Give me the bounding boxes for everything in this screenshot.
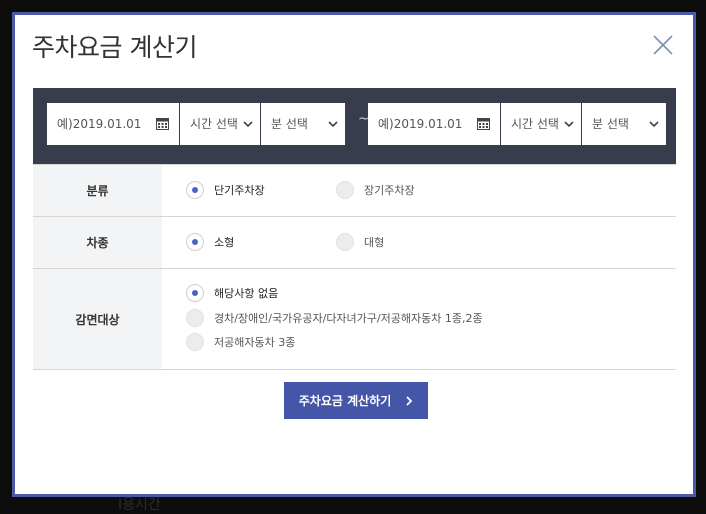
calendar-icon[interactable] [477,117,490,130]
radio-label: 저공해자동차 3종 [214,336,296,349]
radio-icon [186,181,204,199]
radio-icon [186,284,204,302]
start-hour-label: 시간 선택 [190,117,238,131]
start-minute-label: 분 선택 [271,117,308,131]
start-hour-select[interactable]: 시간 선택 [180,103,260,145]
end-date-placeholder: 예)2019.01.01 [378,117,463,131]
category-row: 분류 단기주차장 장기주차장 [33,165,676,217]
discount-row: 감면대상 해당사항 없음 경차/장애인/국가유공자/다자녀가구/저공해자동차 1… [33,269,676,370]
end-hour-label: 시간 선택 [511,117,559,131]
datetime-range-bar: 예)2019.01.01 시간 선택 분 선택 ~ 예)2019.01.01 시… [33,88,676,164]
calculate-fee-label: 주차요금 계산하기 [298,394,392,408]
chevron-down-icon [649,121,659,128]
radio-label: 대형 [364,236,385,249]
radio-label: 경차/장애인/국가유공자/다자녀가구/저공해자동차 1종,2종 [214,312,483,325]
chevron-down-icon [564,121,574,128]
chevron-right-icon [406,395,413,406]
radio-label: 장기주차장 [364,184,415,197]
radio-label: 소형 [214,236,235,249]
parking-fee-calculator-modal: 주차요금 계산기 예)2019.01.01 시간 선택 분 선택 ~ 예)201… [12,12,696,497]
chevron-down-icon [328,121,338,128]
modal-title: 주차요금 계산기 [32,33,197,62]
calendar-icon[interactable] [156,117,169,130]
radio-icon [186,233,204,251]
calculate-fee-button[interactable]: 주차요금 계산하기 [284,382,428,419]
end-minute-label: 분 선택 [592,117,629,131]
close-icon [653,35,673,55]
start-date-input[interactable]: 예)2019.01.01 [47,103,179,145]
radio-icon [336,181,354,199]
end-date-input[interactable]: 예)2019.01.01 [368,103,500,145]
radio-label: 단기주차장 [214,184,265,197]
discount-label: 감면대상 [33,269,162,369]
close-button[interactable] [649,31,677,59]
start-minute-select[interactable]: 분 선택 [261,103,345,145]
end-minute-select[interactable]: 분 선택 [582,103,666,145]
category-label: 분류 [33,165,162,216]
radio-icon [186,333,204,351]
options-table: 분류 단기주차장 장기주차장 차종 소형 대형 감면대상 해당사항 없음 경차/… [33,164,676,370]
chevron-down-icon [243,121,253,128]
background-page-text: Ⅰ용시간 [118,497,161,513]
radio-icon [336,233,354,251]
vehicle-type-label: 차종 [33,217,162,268]
end-hour-select[interactable]: 시간 선택 [501,103,581,145]
radio-icon [186,309,204,327]
radio-label: 해당사항 없음 [214,287,279,300]
vehicle-type-row: 차종 소형 대형 [33,217,676,269]
start-date-placeholder: 예)2019.01.01 [57,117,142,131]
